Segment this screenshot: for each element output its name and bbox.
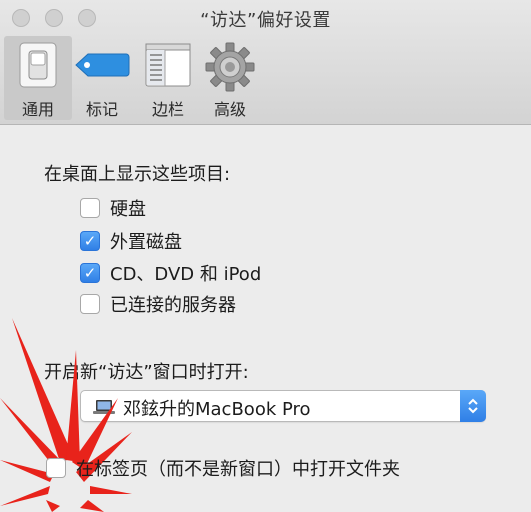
external-disks-checkbox[interactable]: ✓ [80, 231, 100, 251]
tag-icon [74, 42, 130, 92]
tab-general-label: 通用 [21, 100, 54, 119]
tab-advanced[interactable]: 高级 [196, 36, 264, 120]
checkmark-icon: ✓ [83, 231, 97, 250]
hard-disks-checkbox[interactable] [80, 198, 100, 218]
new-window-target-popup[interactable]: 邓鉉升的MacBook Pro [80, 390, 486, 422]
tab-tags-label: 标记 [85, 100, 118, 119]
tab-general[interactable]: 通用 [4, 36, 72, 120]
tab-sidebar[interactable]: 边栏 [134, 36, 202, 120]
tab-advanced-label: 高级 [213, 100, 246, 119]
cd-dvd-ipod-checkbox[interactable]: ✓ [80, 263, 100, 283]
new-window-target-value: 邓鉉升的MacBook Pro [123, 399, 311, 420]
checkbox-row-open-in-tabs[interactable]: 在标签页（而不是新窗口）中打开文件夹 [46, 456, 400, 480]
tab-tags[interactable]: 标记 [68, 36, 136, 120]
chevron-updown-icon [468, 398, 478, 414]
desktop-items-heading: 在桌面上显示这些项目: [44, 164, 231, 185]
open-in-tabs-label: 在标签页（而不是新窗口）中打开文件夹 [76, 459, 400, 480]
checkbox-row-hard-disks[interactable]: 硬盘 [80, 196, 146, 220]
light-switch-icon [16, 42, 60, 92]
window-title: “访达”偏好设置 [200, 10, 331, 31]
hard-disks-label: 硬盘 [110, 199, 146, 220]
checkmark-icon: ✓ [83, 263, 97, 282]
checkbox-row-cd-dvd-ipod[interactable]: ✓ CD、DVD 和 iPod [80, 261, 261, 285]
tab-sidebar-label: 边栏 [151, 100, 184, 119]
open-in-tabs-checkbox[interactable] [46, 458, 66, 478]
sidebar-icon [144, 42, 192, 92]
popup-stepper[interactable] [460, 390, 486, 422]
gear-icon [205, 42, 255, 96]
toolbar: “访达”偏好设置 通用 标记 边栏 高级 [0, 0, 531, 125]
finder-preferences-window: “访达”偏好设置 通用 标记 边栏 高级 在桌面上显示这些项目: 硬盘 ✓ 外置… [0, 0, 531, 512]
cd-dvd-ipod-label: CD、DVD 和 iPod [110, 264, 262, 285]
external-disks-label: 外置磁盘 [110, 232, 182, 253]
annotation-burst-icon [0, 318, 132, 512]
checkbox-row-external-disks[interactable]: ✓ 外置磁盘 [80, 229, 182, 253]
